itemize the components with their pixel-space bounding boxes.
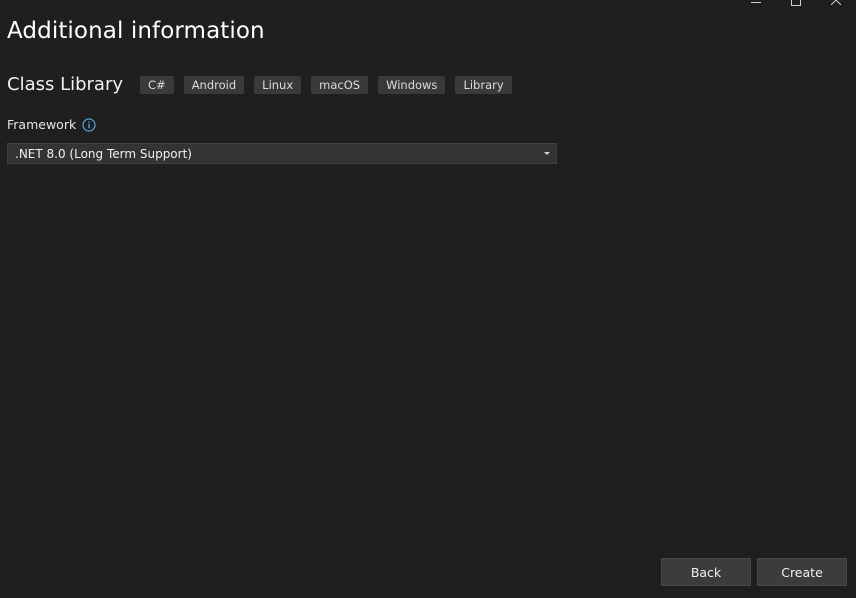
framework-dropdown[interactable]: .NET 8.0 (Long Term Support)	[7, 143, 557, 164]
template-summary: Class Library C# Android Linux macOS Win…	[7, 74, 522, 95]
framework-label: Framework	[7, 117, 77, 132]
minimize-button[interactable]	[736, 0, 776, 7]
info-icon[interactable]	[82, 117, 96, 132]
create-button[interactable]: Create	[757, 558, 847, 586]
tag-library: Library	[455, 75, 512, 94]
template-name: Class Library	[7, 74, 124, 95]
maximize-icon	[791, 0, 801, 6]
page-title: Additional information	[7, 18, 265, 44]
framework-label-row: Framework	[7, 117, 96, 132]
minimize-icon	[751, 1, 761, 3]
chevron-down-icon	[544, 152, 550, 155]
tag-macos: macOS	[311, 75, 369, 94]
dialog-window: Additional information Class Library C# …	[0, 0, 856, 598]
maximize-button[interactable]	[776, 0, 816, 7]
framework-selected-value: .NET 8.0 (Long Term Support)	[15, 146, 192, 161]
tag-windows: Windows	[378, 75, 446, 94]
tag-linux: Linux	[254, 75, 302, 94]
back-button[interactable]: Back	[661, 558, 751, 586]
close-icon	[831, 0, 841, 5]
tag-csharp: C#	[140, 75, 174, 94]
window-controls	[736, 0, 856, 7]
tag-android: Android	[183, 75, 245, 94]
template-tags: C# Android Linux macOS Windows Library	[140, 75, 522, 94]
close-button[interactable]	[816, 0, 856, 7]
